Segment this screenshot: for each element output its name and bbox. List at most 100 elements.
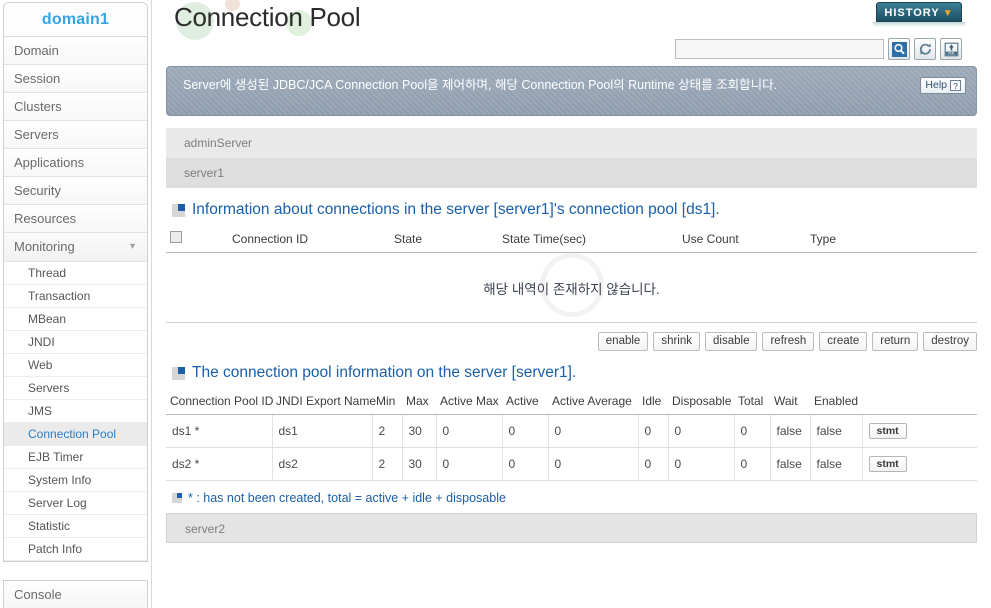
- cell-active: 0: [502, 447, 549, 481]
- sidebar-item-mbean[interactable]: MBean: [4, 308, 147, 331]
- server-row-server2[interactable]: server2: [166, 513, 977, 543]
- column-min: Min: [372, 388, 402, 415]
- table-row[interactable]: ds1 * ds1 2 30 0 0 0 0 0 0 false false s…: [166, 414, 977, 448]
- sidebar-item-label: Clusters: [14, 99, 62, 114]
- column-max: Max: [402, 388, 436, 415]
- cell-stmt: stmt: [862, 447, 977, 481]
- cell-enabled: false: [810, 414, 863, 448]
- sidebar-item-domain[interactable]: Domain: [4, 37, 147, 65]
- sidebar-item-session[interactable]: Session: [4, 65, 147, 93]
- description-banner: Server에 생성된 JDBC/JCA Connection Pool을 제어…: [166, 66, 977, 116]
- sidebar-item-label: Domain: [14, 43, 59, 58]
- sidebar-item-servers[interactable]: Servers: [4, 121, 147, 149]
- column-disposable: Disposable: [668, 388, 734, 415]
- cell-min: 2: [372, 414, 403, 448]
- sidebar-item-thread[interactable]: Thread: [4, 262, 147, 285]
- sidebar-subitem-label: Thread: [28, 266, 67, 280]
- xml-export-button[interactable]: XML: [940, 38, 962, 60]
- refresh-icon: [919, 43, 931, 55]
- cell-total: 0: [734, 447, 771, 481]
- history-label: HISTORY: [884, 7, 940, 19]
- sidebar-subitem-label: EJB Timer: [28, 450, 84, 464]
- column-state: State: [390, 225, 498, 253]
- search-button[interactable]: [888, 38, 910, 60]
- create-button[interactable]: create: [819, 332, 868, 351]
- column-type: Type: [806, 225, 977, 253]
- sidebar-item-label: Applications: [14, 155, 85, 170]
- pool-footnote: * : has not been created, total = active…: [172, 491, 977, 505]
- select-all-cell: [166, 225, 228, 253]
- shrink-button[interactable]: shrink: [653, 332, 701, 351]
- cell-active-average: 0: [548, 414, 639, 448]
- cell-total: 0: [734, 414, 771, 448]
- search-icon: [891, 41, 907, 57]
- sidebar-item-connection-pool[interactable]: Connection Pool: [4, 423, 147, 446]
- sidebar-item-monitoring[interactable]: Monitoring ▾: [4, 233, 147, 261]
- sidebar-item-jndi[interactable]: JNDI: [4, 331, 147, 354]
- column-jndi-export-name: JNDI Export Name: [272, 388, 376, 415]
- section-marker-icon: [172, 203, 185, 217]
- sidebar-subitem-label: Patch Info: [28, 542, 83, 556]
- column-use-count: Use Count: [678, 225, 806, 253]
- monitoring-submenu: Thread Transaction MBean JNDI Web Server…: [4, 261, 147, 561]
- cell-active-average: 0: [548, 447, 639, 481]
- sidebar-item-clusters[interactable]: Clusters: [4, 93, 147, 121]
- column-idle: Idle: [638, 388, 668, 415]
- destroy-button[interactable]: destroy: [923, 332, 977, 351]
- console-button[interactable]: Console: [3, 580, 148, 608]
- column-active: Active: [502, 388, 548, 415]
- console-label: Console: [14, 587, 62, 602]
- sidebar-item-transaction[interactable]: Transaction: [4, 285, 147, 308]
- sidebar-subitem-label: Servers: [28, 381, 70, 395]
- server-row-server1[interactable]: server1: [166, 158, 977, 188]
- empty-message: 해당 내역이 존재하지 않습니다.: [483, 281, 660, 297]
- help-button[interactable]: Help ?: [920, 77, 966, 94]
- sidebar-subitem-label: JMS: [28, 404, 52, 418]
- enable-button[interactable]: enable: [597, 332, 649, 351]
- page-title: Connection Pool: [174, 2, 361, 32]
- connections-table-header-row: Connection ID State State Time(sec) Use …: [166, 225, 977, 253]
- sidebar-item-patch-info[interactable]: Patch Info: [4, 538, 147, 561]
- cell-active: 0: [502, 414, 549, 448]
- cell-stmt: stmt: [862, 414, 977, 448]
- sidebar-item-server-log[interactable]: Server Log: [4, 492, 147, 515]
- search-input[interactable]: [675, 39, 884, 59]
- cell-min: 2: [372, 447, 403, 481]
- refresh-button-action[interactable]: refresh: [762, 332, 815, 351]
- sidebar-item-label: Servers: [14, 127, 59, 142]
- sidebar-item-system-info[interactable]: System Info: [4, 469, 147, 492]
- sidebar-subitem-label: System Info: [28, 473, 92, 487]
- stmt-button[interactable]: stmt: [868, 423, 907, 439]
- column-active-average: Active Average: [548, 388, 638, 415]
- cell-disposable: 0: [668, 414, 735, 448]
- server-row-adminserver[interactable]: adminServer: [166, 128, 977, 158]
- section-marker-icon: [172, 366, 185, 380]
- sidebar-item-ejb-timer[interactable]: EJB Timer: [4, 446, 147, 469]
- cell-idle: 0: [638, 414, 669, 448]
- cell-wait: false: [770, 414, 811, 448]
- sidebar-item-resources[interactable]: Resources: [4, 205, 147, 233]
- sidebar-panel: domain1 Domain Session Clusters Servers …: [3, 2, 148, 562]
- sidebar-subitem-label: MBean: [28, 312, 67, 326]
- column-wait: Wait: [770, 388, 810, 415]
- table-row[interactable]: ds2 * ds2 2 30 0 0 0 0 0 0 false false s…: [166, 447, 977, 481]
- cell-wait: false: [770, 447, 811, 481]
- sidebar-item-jms[interactable]: JMS: [4, 400, 147, 423]
- cell-disposable: 0: [668, 447, 735, 481]
- chevron-down-icon: ▾: [129, 241, 135, 252]
- application-window: domain1 Domain Session Clusters Servers …: [0, 0, 991, 608]
- history-button[interactable]: HISTORY ▼: [876, 2, 962, 22]
- page-header: Connection Pool HISTORY ▼ XML: [166, 0, 977, 60]
- select-all-checkbox[interactable]: [170, 231, 182, 243]
- column-state-time: State Time(sec): [498, 225, 678, 253]
- disable-button[interactable]: disable: [705, 332, 758, 351]
- sidebar-item-security[interactable]: Security: [4, 177, 147, 205]
- sidebar-item-servers-monitoring[interactable]: Servers: [4, 377, 147, 400]
- sidebar-item-applications[interactable]: Applications: [4, 149, 147, 177]
- refresh-button[interactable]: [914, 38, 936, 60]
- sidebar-item-statistic[interactable]: Statistic: [4, 515, 147, 538]
- sidebar-item-web[interactable]: Web: [4, 354, 147, 377]
- stmt-button[interactable]: stmt: [868, 456, 907, 472]
- return-button[interactable]: return: [872, 332, 919, 351]
- connections-empty-state: 해당 내역이 존재하지 않습니다.: [166, 253, 977, 323]
